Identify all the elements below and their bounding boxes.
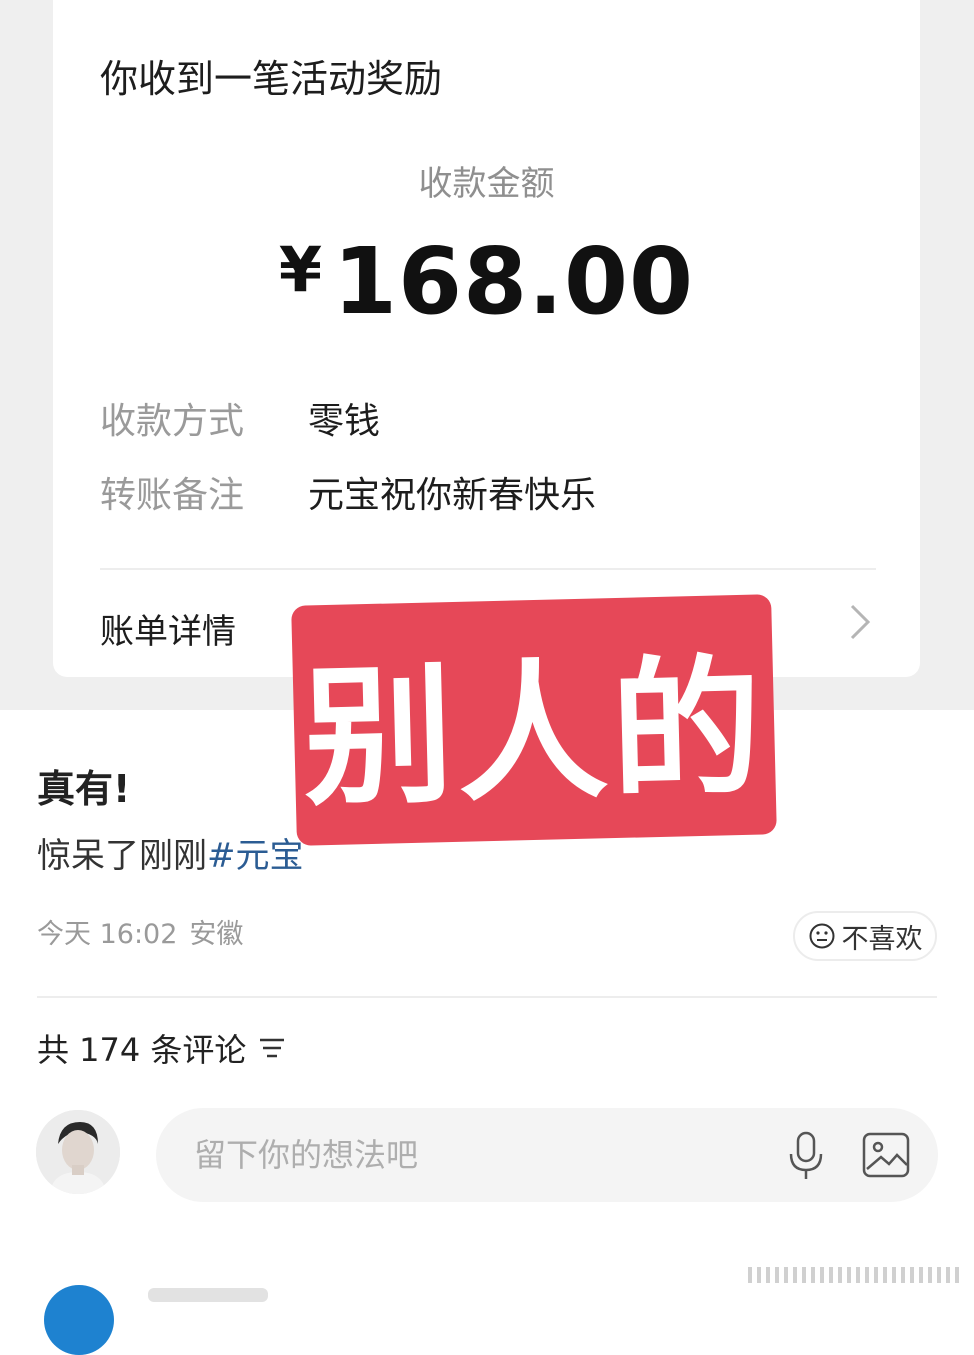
amount-label: 收款金额: [418, 164, 555, 204]
payment-method-value: 零钱: [308, 401, 381, 442]
post-text: 惊呆了刚刚#元宝: [37, 828, 304, 877]
microphone-icon[interactable]: [786, 1130, 826, 1182]
bill-details-link[interactable]: 账单详情: [100, 604, 236, 653]
overlay-sticker: 别人的: [291, 594, 777, 846]
user-avatar[interactable]: [36, 1110, 120, 1194]
post-title: 真有!: [37, 767, 131, 811]
post-location: 安徽: [189, 919, 244, 950]
amount-number: 168.00: [333, 228, 695, 335]
currency-symbol: ¥: [278, 233, 324, 306]
amount-value: ¥168.00: [53, 228, 920, 335]
dislike-label: 不喜欢: [841, 923, 923, 955]
watermark-stripes: [748, 1267, 959, 1283]
post-time: 今天 16:02: [37, 919, 178, 950]
comments-header[interactable]: 共 174 条评论: [37, 1025, 286, 1071]
payment-method-label: 收款方式: [100, 401, 245, 442]
sort-lines-icon[interactable]: [258, 1037, 286, 1059]
post-body-text: 惊呆了刚刚: [37, 836, 207, 876]
neutral-face-icon: [809, 923, 834, 949]
card-title: 你收到一笔活动奖励: [100, 57, 443, 101]
transfer-note-value: 元宝祝你新春快乐: [308, 475, 597, 516]
overlay-text: 别人的: [301, 640, 768, 827]
dislike-button[interactable]: 不喜欢: [793, 911, 937, 961]
next-comment-username: [148, 1288, 268, 1302]
hashtag-link[interactable]: #元宝: [207, 836, 304, 876]
next-comment-avatar[interactable]: [44, 1285, 114, 1355]
post-meta: 今天 16:02 安徽: [37, 912, 243, 951]
avatar-portrait: [36, 1110, 120, 1194]
image-icon[interactable]: [861, 1131, 911, 1179]
payment-card: 你收到一笔活动奖励 收款金额 ¥168.00 收款方式 零钱 转账备注 元宝祝你…: [53, 0, 920, 677]
transfer-note-label: 转账备注: [100, 475, 245, 516]
comment-count: 共 174 条评论: [37, 1031, 247, 1069]
chevron-right-icon[interactable]: [848, 600, 872, 644]
card-divider: [100, 568, 876, 570]
post-divider: [37, 996, 937, 998]
